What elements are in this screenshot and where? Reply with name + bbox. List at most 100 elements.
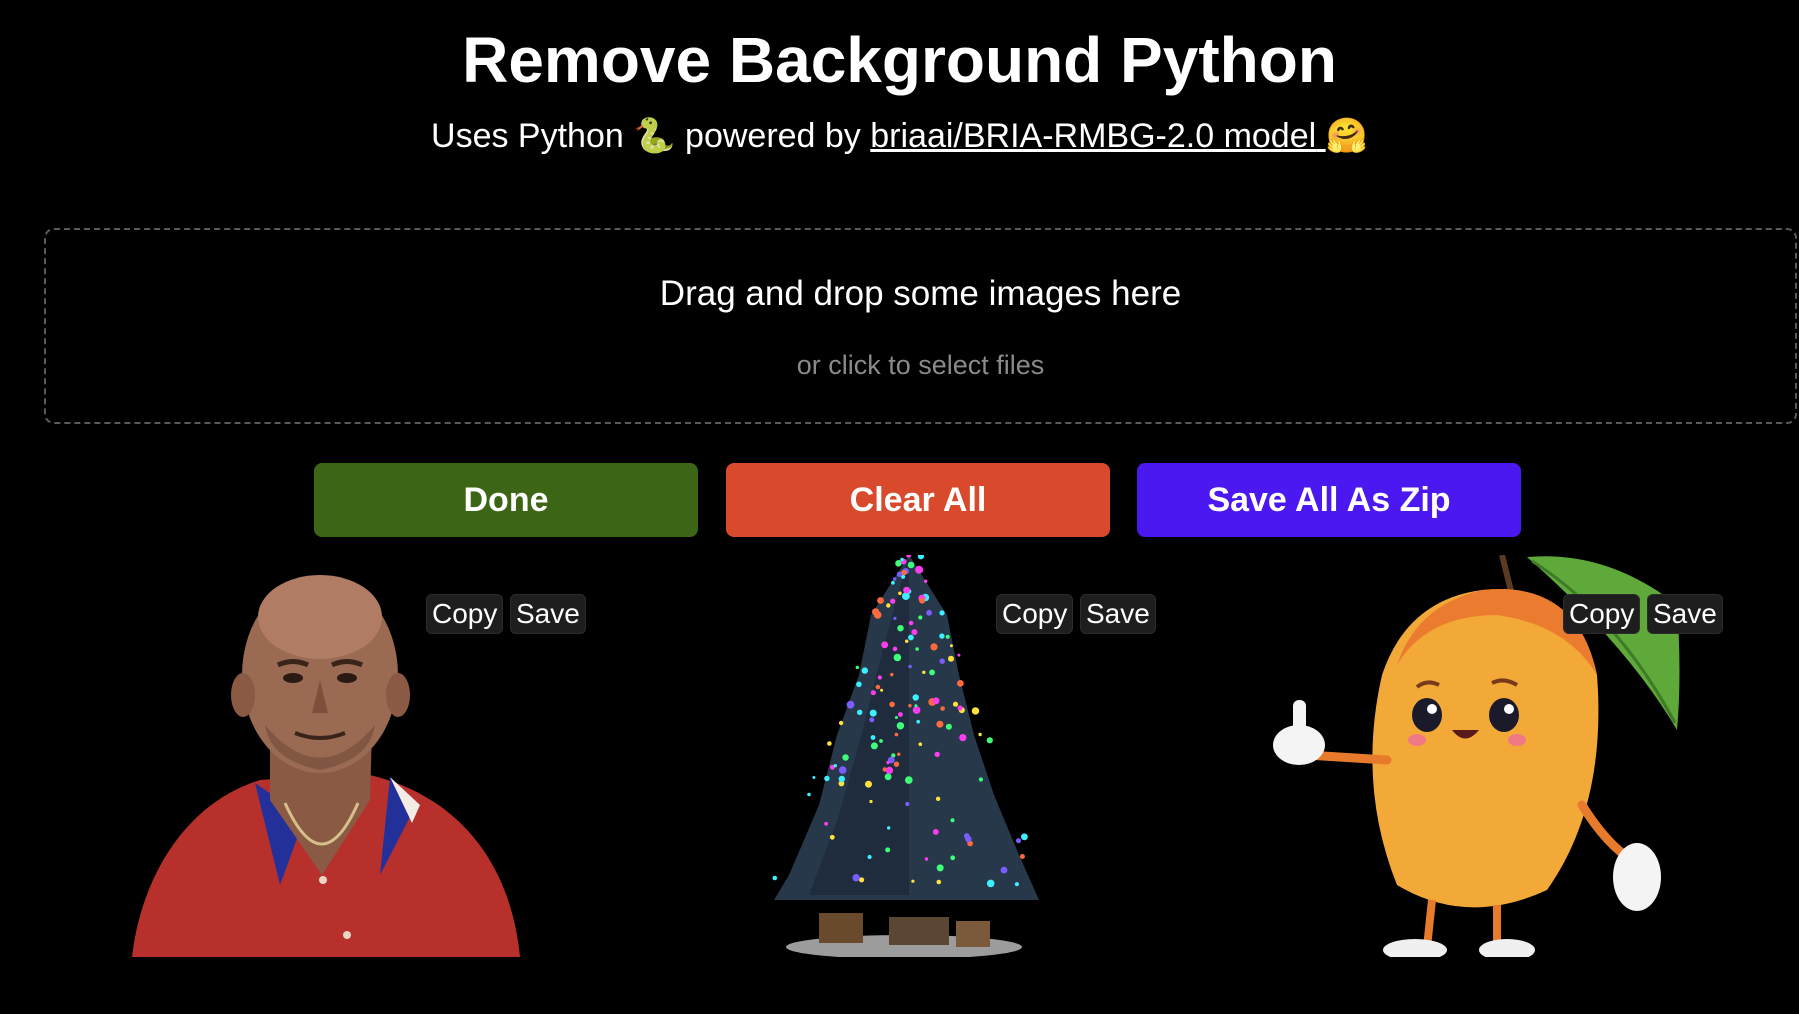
tree-light bbox=[865, 780, 872, 788]
tree-light bbox=[957, 680, 964, 687]
tree-light bbox=[903, 586, 910, 594]
tree-light bbox=[905, 639, 909, 643]
tree-light bbox=[872, 608, 880, 616]
tree-light bbox=[939, 633, 945, 639]
tree-light bbox=[1016, 838, 1021, 844]
hugging-face-emoji: 🤗 bbox=[1325, 117, 1368, 155]
tree-light bbox=[846, 700, 855, 709]
tree-light bbox=[896, 571, 903, 577]
tree-light bbox=[934, 751, 940, 758]
tree-light bbox=[917, 555, 924, 560]
tree-light bbox=[824, 821, 828, 826]
tree-light bbox=[924, 579, 928, 583]
tree-light bbox=[924, 857, 929, 861]
done-button[interactable]: Done bbox=[314, 463, 698, 537]
tree-light bbox=[881, 641, 889, 649]
tree-light bbox=[900, 557, 904, 562]
python-emoji: 🐍 bbox=[633, 117, 676, 155]
tree-light bbox=[880, 688, 884, 692]
tree-light bbox=[905, 801, 910, 807]
tree-light bbox=[886, 760, 890, 765]
tree-light bbox=[824, 775, 830, 782]
tree-light bbox=[907, 561, 915, 569]
tree-light bbox=[833, 764, 837, 768]
tree-light bbox=[842, 754, 849, 761]
tree-light bbox=[912, 694, 919, 701]
tree-light bbox=[812, 776, 816, 779]
tree-light bbox=[893, 616, 897, 620]
tree-light bbox=[945, 723, 952, 730]
tree-light bbox=[971, 707, 980, 715]
tree-light bbox=[884, 773, 892, 781]
tree-light bbox=[978, 777, 983, 782]
tree-light bbox=[838, 720, 844, 726]
subtitle-mid: powered by bbox=[685, 117, 861, 155]
tree-light bbox=[896, 722, 905, 730]
tree-light bbox=[952, 701, 959, 707]
tree-light bbox=[935, 796, 941, 801]
tree-light bbox=[908, 704, 912, 708]
tree-light bbox=[936, 864, 944, 872]
tree-light bbox=[894, 732, 899, 737]
save-all-zip-button[interactable]: Save All As Zip bbox=[1137, 463, 1521, 537]
tree-light bbox=[891, 580, 895, 585]
tree-light bbox=[852, 874, 860, 882]
tree-light bbox=[912, 706, 921, 714]
save-button[interactable]: Save bbox=[1080, 594, 1156, 634]
tree-light bbox=[918, 615, 923, 620]
tree-light bbox=[932, 829, 939, 835]
tree-light bbox=[875, 684, 881, 690]
tree-light bbox=[861, 667, 868, 674]
tree-light bbox=[922, 670, 926, 674]
tree-light bbox=[827, 741, 832, 746]
tree-light bbox=[893, 761, 900, 767]
tree-light bbox=[877, 675, 882, 680]
tree-light bbox=[950, 818, 955, 823]
tree-light bbox=[919, 597, 926, 604]
tree-light bbox=[908, 634, 914, 641]
tree-light bbox=[772, 875, 778, 881]
tree-light bbox=[879, 739, 883, 743]
copy-button[interactable]: Copy bbox=[426, 594, 504, 634]
tree-light bbox=[886, 603, 891, 608]
subtitle-prefix: Uses Python bbox=[431, 117, 624, 155]
tree-light bbox=[856, 681, 862, 688]
tree-light bbox=[885, 766, 894, 774]
tree-light bbox=[926, 609, 932, 616]
tree-light bbox=[908, 620, 914, 626]
tree-light bbox=[905, 776, 913, 784]
tree-light bbox=[870, 735, 876, 740]
tree-light bbox=[936, 720, 944, 728]
tree-light bbox=[929, 669, 935, 676]
tree-light bbox=[930, 643, 938, 651]
tree-light bbox=[914, 704, 918, 708]
tree-light bbox=[890, 598, 896, 604]
save-button[interactable]: Save bbox=[1647, 594, 1723, 634]
clear-all-button[interactable]: Clear All bbox=[726, 463, 1110, 537]
copy-button[interactable]: Copy bbox=[996, 594, 1074, 634]
tree-light bbox=[898, 712, 903, 717]
tree-light bbox=[957, 705, 963, 711]
save-button[interactable]: Save bbox=[510, 594, 586, 634]
tree-light bbox=[986, 737, 993, 744]
tree-light bbox=[898, 591, 902, 596]
tree-light bbox=[897, 752, 901, 756]
result-card-person: Copy Save bbox=[90, 555, 650, 957]
tree-light bbox=[911, 879, 915, 883]
tree-light bbox=[867, 854, 872, 860]
result-card-mango: Copy Save bbox=[1227, 555, 1787, 957]
tree-light bbox=[1021, 833, 1028, 841]
copy-button[interactable]: Copy bbox=[1563, 594, 1641, 634]
tree-light bbox=[877, 597, 884, 604]
model-link[interactable]: briaai/BRIA-RMBG-2.0 model 🤗 bbox=[870, 117, 1368, 155]
tree-light bbox=[908, 664, 912, 669]
image-dropzone[interactable]: Drag and drop some images here or click … bbox=[44, 228, 1797, 424]
tree-light bbox=[894, 716, 898, 719]
tree-light bbox=[887, 826, 891, 830]
tree-light bbox=[855, 665, 859, 670]
subtitle: Uses Python 🐍 powered by briaai/BRIA-RMB… bbox=[0, 114, 1799, 158]
tree-light bbox=[932, 697, 940, 705]
tree-light bbox=[857, 709, 863, 715]
tree-light bbox=[916, 719, 920, 724]
tree-light bbox=[948, 655, 954, 662]
